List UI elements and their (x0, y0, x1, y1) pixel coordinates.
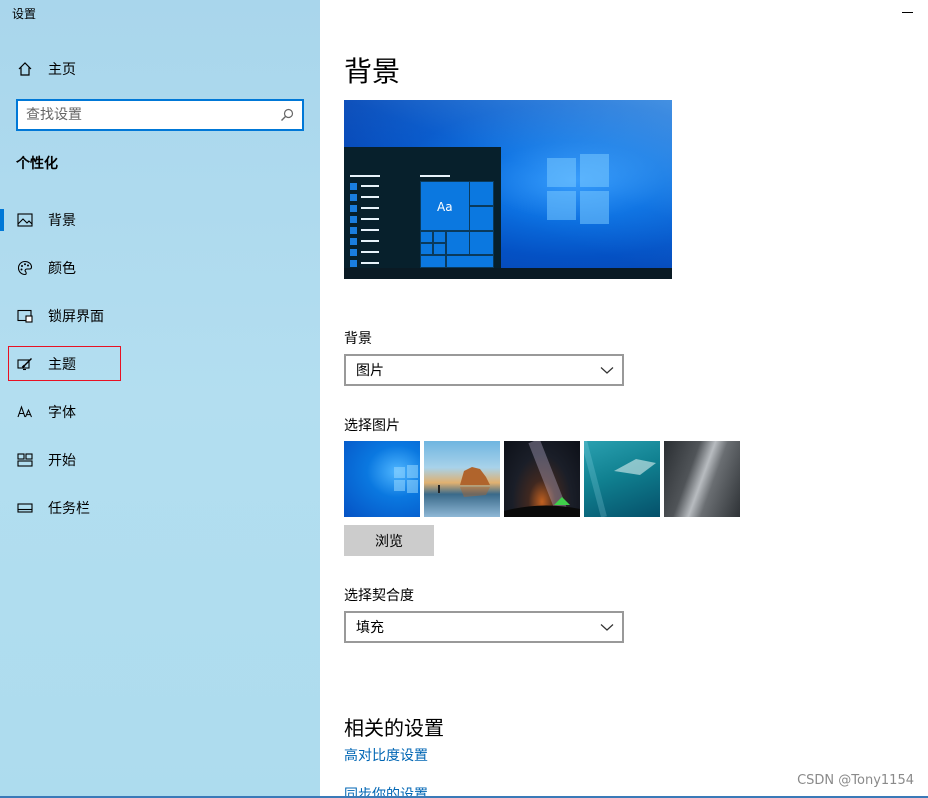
search-icon[interactable] (276, 104, 298, 126)
home-icon (16, 60, 34, 78)
nav-item-taskbar[interactable]: 任务栏 (0, 484, 320, 532)
windows-logo-icon (547, 154, 609, 224)
nav-item-fonts[interactable]: 字体 (0, 388, 320, 436)
font-icon (16, 403, 34, 421)
chevron-down-icon (600, 624, 614, 631)
picture-thumbnail[interactable] (584, 441, 660, 517)
nav-item-label: 锁屏界面 (48, 309, 104, 325)
background-select-value: 图片 (356, 363, 384, 379)
related-settings-title: 相关的设置 (344, 716, 444, 740)
search-box[interactable] (16, 99, 304, 131)
picture-thumbnail[interactable] (504, 441, 580, 517)
window-title: 设置 (12, 7, 37, 21)
chevron-down-icon (600, 367, 614, 374)
preview-taskbar (344, 268, 672, 279)
nav-item-colors[interactable]: 颜色 (0, 244, 320, 292)
choose-picture-label: 选择图片 (344, 418, 400, 434)
highlight-annotation (8, 346, 121, 381)
fit-select-value: 填充 (356, 620, 384, 636)
taskbar-icon (16, 499, 34, 517)
high-contrast-link[interactable]: 高对比度设置 (344, 745, 428, 765)
preview-tile-text: Aa (437, 200, 453, 214)
palette-icon (16, 259, 34, 277)
nav-item-label: 开始 (48, 453, 76, 469)
nav-item-label: 背景 (48, 213, 76, 229)
minimize-button[interactable] (902, 4, 914, 16)
page-title: 背景 (344, 55, 401, 88)
fit-select[interactable]: 填充 (344, 611, 624, 643)
picture-thumbnail[interactable] (344, 441, 420, 517)
sidebar: 设置 主页 个性化 背景 颜色 锁屏界面 (0, 0, 320, 798)
background-select[interactable]: 图片 (344, 354, 624, 386)
picture-icon (16, 211, 34, 229)
nav-item-background[interactable]: 背景 (0, 196, 320, 244)
preview-start-menu: Aa (344, 147, 501, 268)
search-input[interactable] (26, 107, 276, 123)
section-title: 个性化 (16, 156, 58, 172)
nav-item-start[interactable]: 开始 (0, 436, 320, 484)
lock-screen-icon (16, 307, 34, 325)
nav-item-label: 任务栏 (48, 501, 90, 517)
background-label: 背景 (344, 331, 372, 347)
picture-thumbnails (344, 441, 744, 517)
watermark: CSDN @Tony1154 (797, 773, 914, 788)
fit-label: 选择契合度 (344, 588, 414, 604)
nav-home-label: 主页 (48, 62, 76, 78)
start-icon (16, 451, 34, 469)
nav-item-label: 颜色 (48, 261, 76, 277)
background-preview: Aa (344, 100, 672, 279)
picture-thumbnail[interactable] (664, 441, 740, 517)
browse-button[interactable]: 浏览 (344, 525, 434, 556)
nav-item-lock-screen[interactable]: 锁屏界面 (0, 292, 320, 340)
nav-home[interactable]: 主页 (16, 58, 76, 80)
nav-item-label: 字体 (48, 405, 76, 421)
main-content: 背景 Aa 背景 图片 选择图片 浏览 选择契合度 填充 相关的设置 高对比度设… (320, 0, 928, 798)
picture-thumbnail[interactable] (424, 441, 500, 517)
